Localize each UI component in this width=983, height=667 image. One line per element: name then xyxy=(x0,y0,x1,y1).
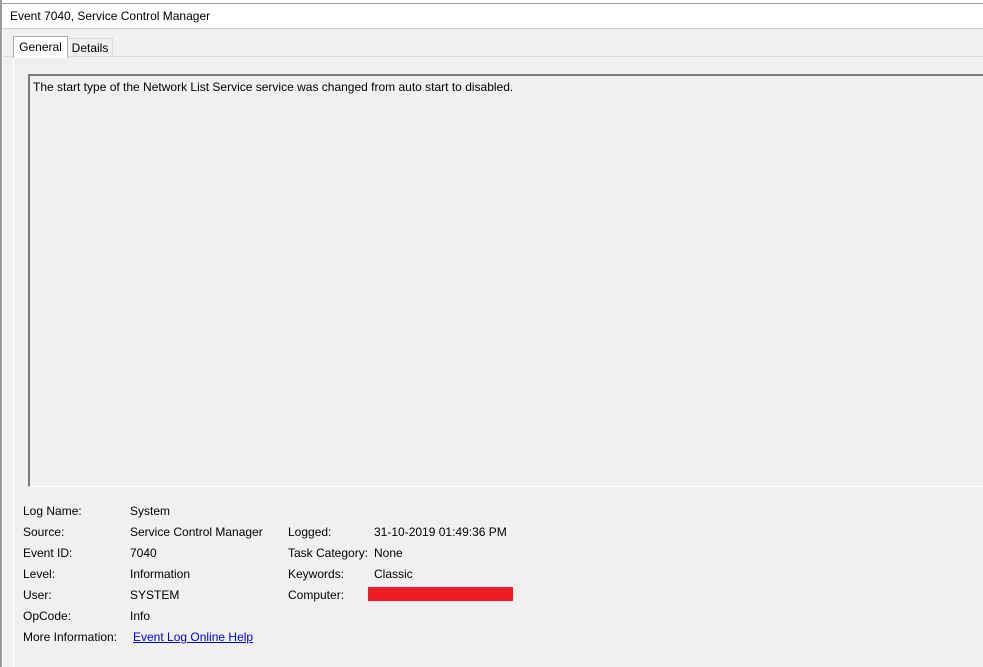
event-id-label: Event ID: xyxy=(23,546,73,560)
opcode-label: OpCode: xyxy=(23,609,72,623)
logged-label: Logged: xyxy=(288,525,332,539)
user-label: User: xyxy=(23,588,52,602)
event-description-box[interactable]: The start type of the Network List Servi… xyxy=(28,74,983,487)
event-description: The start type of the Network List Servi… xyxy=(33,80,514,94)
more-information-label: More Information: xyxy=(23,630,118,644)
event-log-online-help-link[interactable]: Event Log Online Help xyxy=(133,630,253,644)
window-title: Event 7040, Service Control Manager xyxy=(10,9,211,23)
tab-strip: General Details xyxy=(3,29,983,58)
source-label: Source: xyxy=(23,525,65,539)
computer-label: Computer: xyxy=(288,588,345,602)
redaction-bar xyxy=(368,587,513,601)
title-bar: Event 7040, Service Control Manager xyxy=(3,4,983,29)
general-tab-content: The start type of the Network List Servi… xyxy=(13,57,983,667)
event-properties-window: Event 7040, Service Control Manager Gene… xyxy=(0,0,983,667)
source-value[interactable]: Service Control Manager xyxy=(130,525,263,539)
tab-general[interactable]: General xyxy=(13,36,68,58)
log-name-value[interactable]: System xyxy=(130,504,170,518)
log-name-label: Log Name: xyxy=(23,504,82,518)
keywords-label: Keywords: xyxy=(288,567,345,581)
level-label: Level: xyxy=(23,567,56,581)
task-category-label: Task Category: xyxy=(288,546,369,560)
tab-details[interactable]: Details xyxy=(67,38,113,57)
level-value[interactable]: Information xyxy=(130,567,190,581)
user-value[interactable]: SYSTEM xyxy=(130,588,179,602)
event-id-value[interactable]: 7040 xyxy=(130,546,157,560)
opcode-value[interactable]: Info xyxy=(130,609,150,623)
task-category-value[interactable]: None xyxy=(374,546,403,560)
properties-panel: General Details The start type of the Ne… xyxy=(3,29,983,667)
logged-value[interactable]: 31-10-2019 01:49:36 PM xyxy=(374,525,507,539)
window-left-edge xyxy=(0,0,2,667)
keywords-value[interactable]: Classic xyxy=(374,567,413,581)
